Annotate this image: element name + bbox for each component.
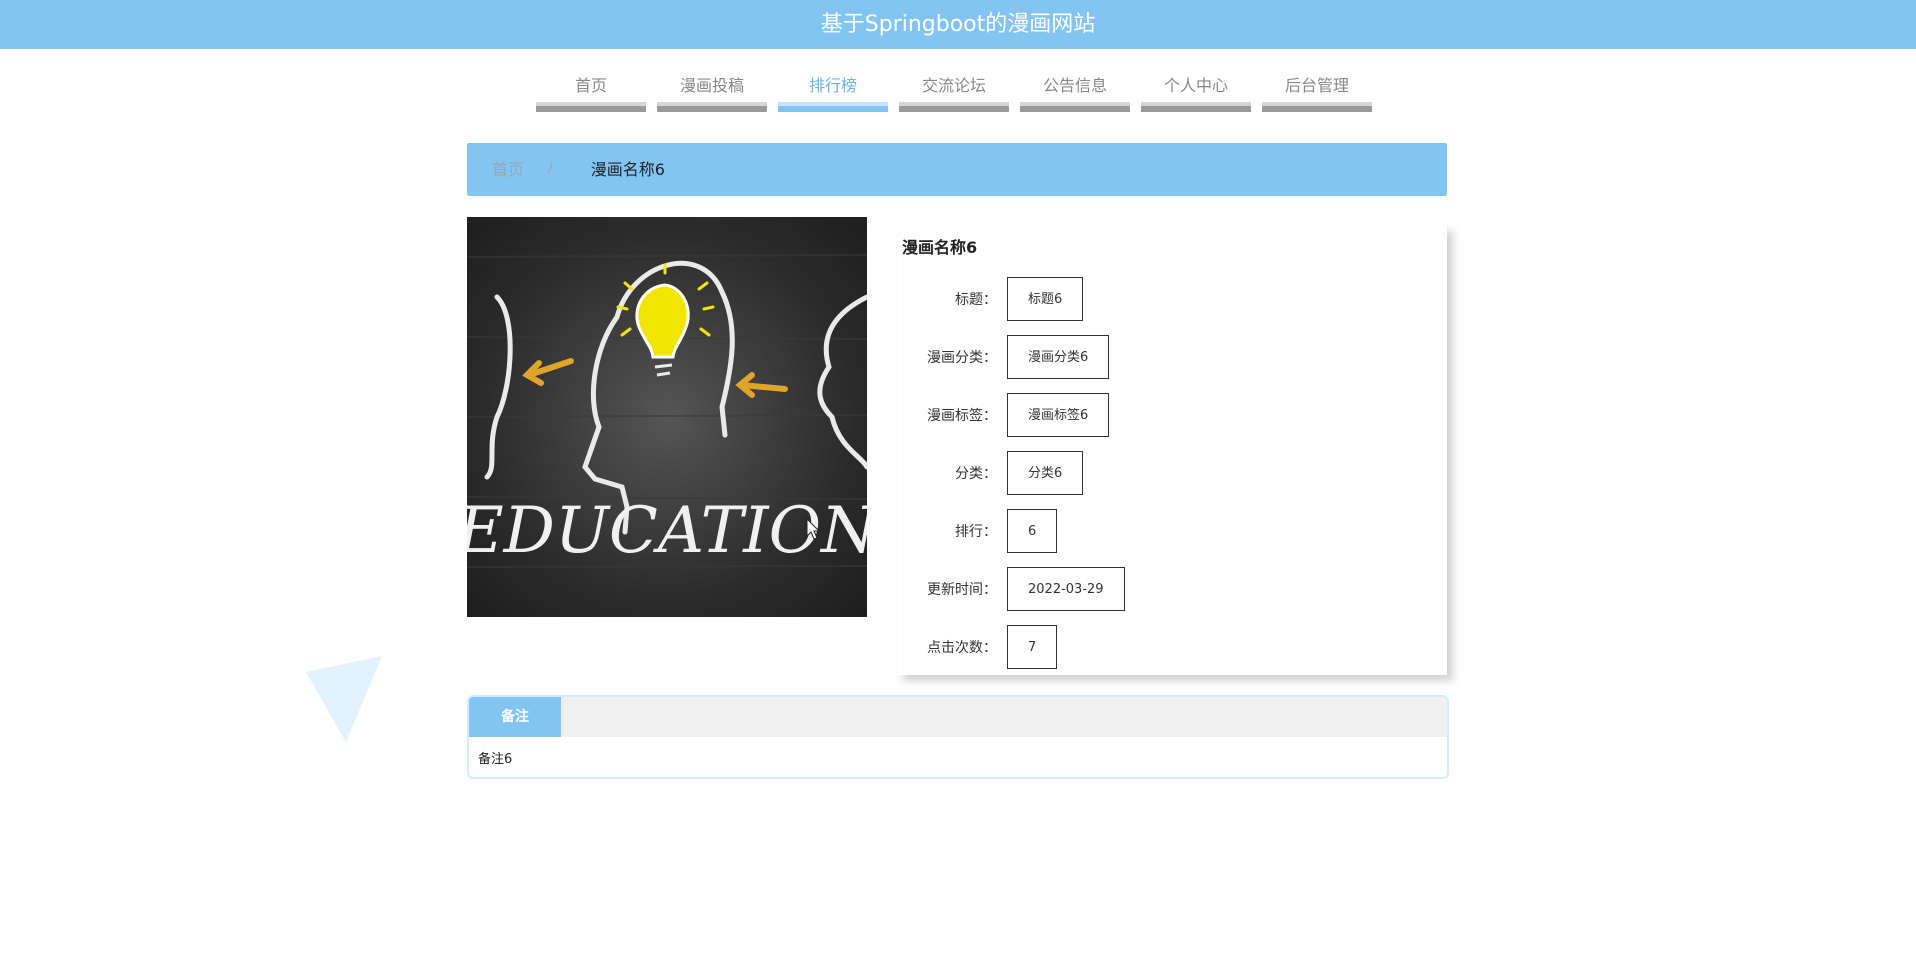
nav-item-label: 首页 — [574, 76, 607, 95]
field-label: 更新时间： — [927, 582, 997, 598]
nav-item-underline — [778, 102, 888, 112]
nav-item-underline — [657, 102, 767, 112]
field-value-category: 分类6 — [1007, 451, 1084, 495]
nav-item-profile[interactable]: 个人中心 — [1141, 60, 1251, 112]
nav-item-label: 公告信息 — [1042, 76, 1107, 95]
comic-cover-image: EDUCATION — [467, 217, 867, 617]
field-value-comic-tag: 漫画标签6 — [1007, 393, 1110, 437]
nav-item-label: 漫画投稿 — [679, 76, 744, 95]
nav-item-underline — [536, 102, 646, 112]
breadcrumb-home-link[interactable]: 首页 — [492, 143, 524, 196]
field-value-comic-category: 漫画分类6 — [1007, 335, 1110, 379]
field-row-comic-category: 漫画分类： 漫画分类6 — [897, 333, 1110, 381]
nav-item-submit[interactable]: 漫画投稿 — [657, 60, 767, 112]
field-row-title: 标题： 标题6 — [897, 275, 1084, 323]
nav-item-underline — [899, 102, 1009, 112]
remark-content: 备注6 — [478, 752, 513, 767]
breadcrumb-separator: / — [548, 161, 553, 177]
comic-detail-panel: 漫画名称6 标题： 标题6 漫画分类： 漫画分类6 漫画标签： 漫画标签6 分类… — [897, 225, 1447, 675]
field-row-rank: 排行： 6 — [897, 507, 1058, 555]
field-row-comic-tag: 漫画标签： 漫画标签6 — [897, 391, 1110, 439]
comic-title: 漫画名称6 — [902, 238, 978, 257]
field-value-rank: 6 — [1007, 509, 1058, 553]
nav-item-underline — [1141, 102, 1251, 112]
nav-item-label: 后台管理 — [1284, 76, 1349, 95]
site-title: 基于Springboot的漫画网站 — [820, 12, 1096, 37]
site-header: 基于Springboot的漫画网站 — [0, 0, 1916, 49]
nav-item-home[interactable]: 首页 — [536, 60, 646, 112]
breadcrumb-current: 漫画名称6 — [590, 160, 665, 179]
nav-item-underline — [1020, 102, 1130, 112]
nav-item-admin[interactable]: 后台管理 — [1262, 60, 1372, 112]
field-value-click-count: 7 — [1007, 625, 1058, 669]
lightbulb-head-icon: EDUCATION — [467, 254, 867, 568]
field-value-update-time: 2022-03-29 — [1007, 567, 1125, 611]
decorative-triangle-icon — [306, 656, 382, 742]
field-label: 点击次数： — [927, 640, 997, 656]
nav-item-label: 排行榜 — [808, 76, 857, 95]
field-label: 标题： — [955, 292, 997, 308]
field-row-click-count: 点击次数： 7 — [897, 623, 1058, 671]
field-row-category: 分类： 分类6 — [897, 449, 1084, 497]
remark-panel: 备注 备注6 — [467, 695, 1449, 779]
tab-remark[interactable]: 备注 — [469, 697, 561, 737]
field-label: 漫画标签： — [927, 408, 997, 424]
nav-item-forum[interactable]: 交流论坛 — [899, 60, 1009, 112]
mouse-cursor-icon — [806, 518, 821, 540]
nav-item-notice[interactable]: 公告信息 — [1020, 60, 1130, 112]
nav-item-ranking[interactable]: 排行榜 — [778, 60, 888, 112]
field-row-update-time: 更新时间： 2022-03-29 — [897, 565, 1125, 613]
main-nav: 首页 漫画投稿 排行榜 交流论坛 公告信息 个人中心 后台管理 — [536, 60, 1383, 114]
nav-item-underline — [1262, 102, 1372, 112]
nav-item-label: 个人中心 — [1163, 76, 1228, 95]
field-label: 分类： — [955, 466, 997, 482]
breadcrumb: 首页 / 漫画名称6 — [467, 143, 1447, 196]
field-label: 排行： — [955, 524, 997, 540]
remark-tabbar: 备注 — [469, 697, 1447, 737]
field-label: 漫画分类： — [927, 350, 997, 366]
field-value-title: 标题6 — [1007, 277, 1084, 321]
nav-item-label: 交流论坛 — [921, 76, 986, 95]
